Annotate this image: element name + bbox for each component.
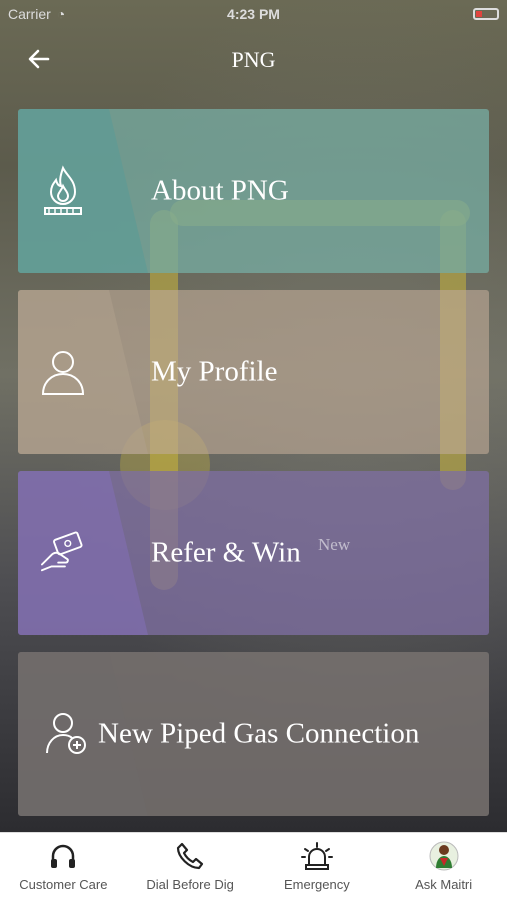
bottom-tab-bar: Customer Care Dial Before Dig Emergency …: [0, 832, 507, 900]
menu-item-label: About PNG: [151, 174, 289, 207]
menu-item-label: My Profile: [151, 355, 278, 388]
battery-icon: [473, 8, 499, 20]
tab-label: Dial Before Dig: [146, 877, 234, 892]
new-badge: New: [318, 535, 351, 554]
menu-item-refer-win[interactable]: Refer & Win New: [18, 471, 489, 635]
page-title: PNG: [231, 47, 276, 72]
status-bar: Carrier ◔ 4:23 PM: [0, 0, 507, 28]
tab-dial-before-dig[interactable]: Dial Before Dig: [127, 833, 254, 900]
menu-item-label: Refer & Win: [151, 536, 301, 569]
phone-icon: [173, 839, 207, 873]
siren-icon: [300, 839, 334, 873]
tab-label: Emergency: [284, 877, 350, 892]
navigation-bar: PNG: [0, 34, 507, 86]
tab-customer-care[interactable]: Customer Care: [0, 833, 127, 900]
add-user-icon: [44, 707, 90, 761]
user-icon: [40, 345, 86, 399]
menu-item-about-png[interactable]: About PNG: [18, 109, 489, 273]
tab-label: Customer Care: [19, 877, 108, 892]
tab-emergency[interactable]: Emergency: [254, 833, 381, 900]
headphones-icon: [46, 839, 80, 873]
gas-flame-icon: [40, 164, 86, 218]
tab-ask-maitri[interactable]: Ask Maitri: [380, 833, 507, 900]
hand-money-icon: [40, 526, 86, 580]
menu-item-label: New Piped Gas Connection: [98, 717, 420, 750]
menu-item-new-gas-connection[interactable]: New Piped Gas Connection: [18, 652, 489, 816]
menu-item-my-profile[interactable]: My Profile: [18, 290, 489, 454]
status-time: 4:23 PM: [227, 6, 280, 22]
tab-label: Ask Maitri: [415, 877, 473, 892]
assistant-avatar-icon: [427, 839, 461, 873]
